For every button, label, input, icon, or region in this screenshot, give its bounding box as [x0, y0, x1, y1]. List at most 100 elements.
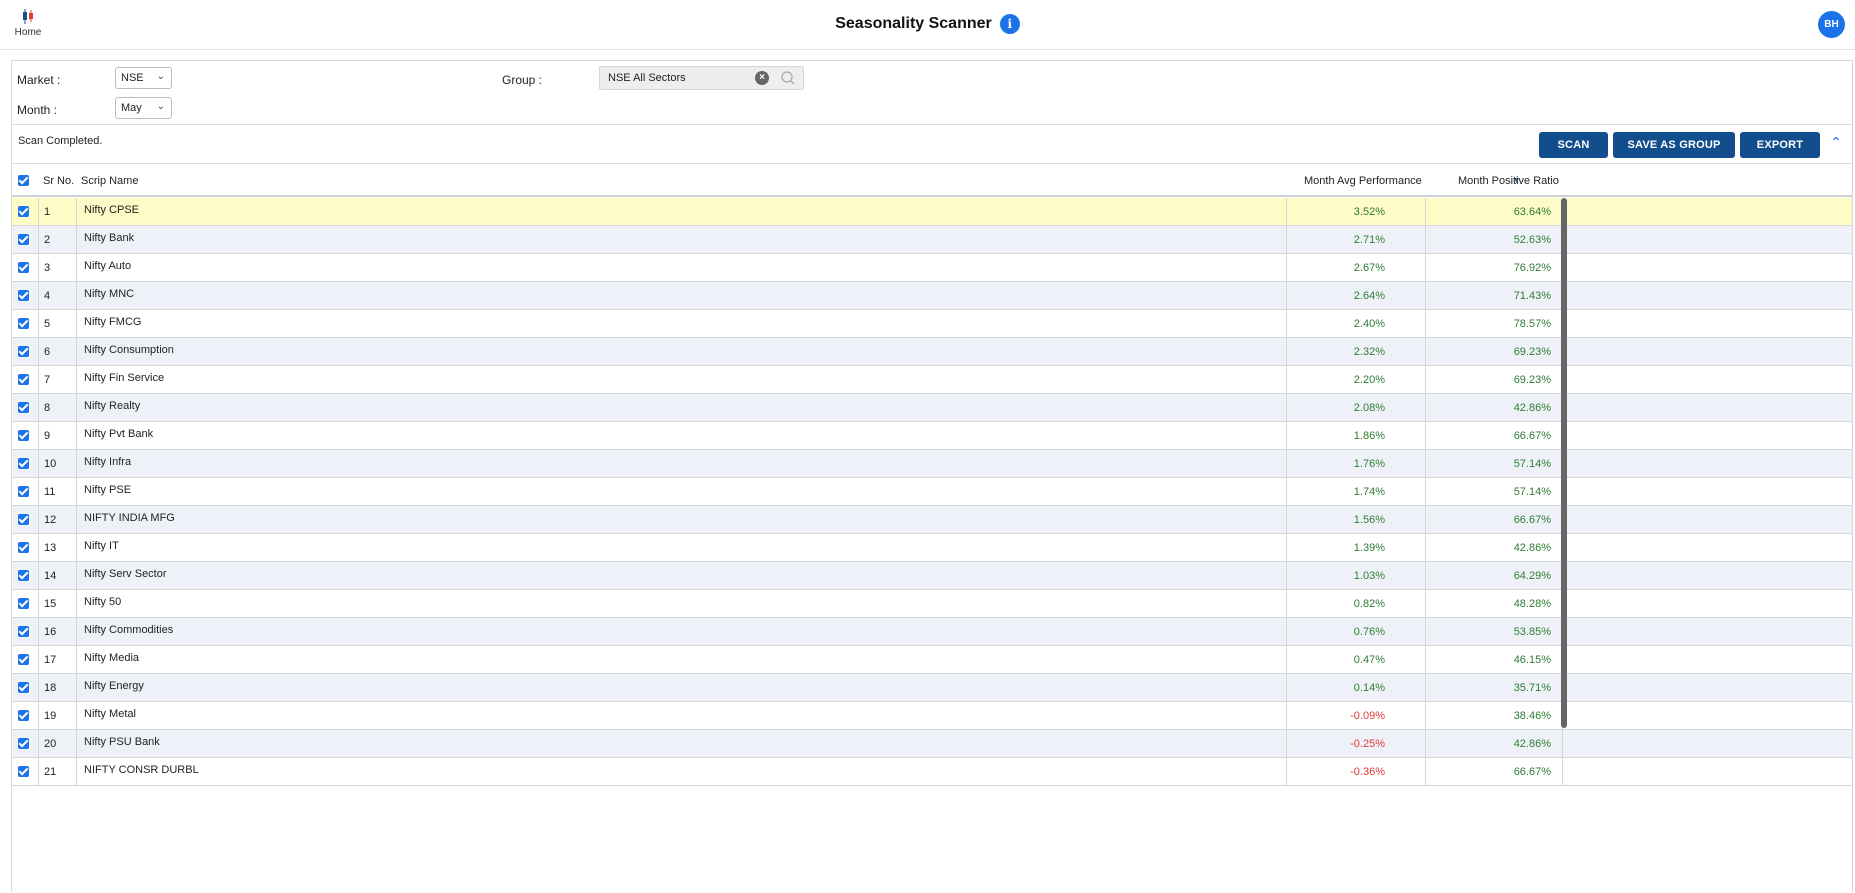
market-label: Market :: [17, 73, 61, 87]
row-sr-no: 6: [38, 338, 76, 365]
row-scrip-name[interactable]: Nifty Energy: [76, 674, 1286, 701]
chevron-down-icon: ⌄: [156, 71, 165, 82]
row-scrip-name[interactable]: NIFTY CONSR DURBL: [76, 758, 1286, 785]
table-row[interactable]: 14 Nifty Serv Sector 1.03% 64.29%: [12, 562, 1852, 590]
table-row[interactable]: 6 Nifty Consumption 2.32% 69.23%: [12, 338, 1852, 366]
table-row[interactable]: 10 Nifty Infra 1.76% 57.14%: [12, 450, 1852, 478]
row-month-avg-performance: 0.14%: [1286, 674, 1425, 701]
row-scrip-name[interactable]: NIFTY INDIA MFG: [76, 506, 1286, 533]
row-scrip-name[interactable]: Nifty MNC: [76, 282, 1286, 309]
month-select[interactable]: May ⌄: [115, 97, 172, 119]
row-sr-no: 5: [38, 310, 76, 337]
table-row[interactable]: 1 Nifty CPSE 3.52% 63.64%: [12, 198, 1852, 226]
table-row[interactable]: 12 NIFTY INDIA MFG 1.56% 66.67%: [12, 506, 1852, 534]
row-month-positive-ratio: 46.15%: [1425, 646, 1563, 673]
row-scrip-name[interactable]: Nifty Metal: [76, 702, 1286, 729]
table-row[interactable]: 11 Nifty PSE 1.74% 57.14%: [12, 478, 1852, 506]
table-row[interactable]: 16 Nifty Commodities 0.76% 53.85%: [12, 618, 1852, 646]
row-scrip-name[interactable]: Nifty Auto: [76, 254, 1286, 281]
row-month-avg-performance: 2.71%: [1286, 226, 1425, 253]
row-scrip-name[interactable]: Nifty 50: [76, 590, 1286, 617]
table-row[interactable]: 19 Nifty Metal -0.09% 38.46%: [12, 702, 1852, 730]
save-as-group-button[interactable]: SAVE AS GROUP: [1613, 132, 1735, 158]
row-sr-no: 20: [38, 730, 76, 757]
table-row[interactable]: 8 Nifty Realty 2.08% 42.86%: [12, 394, 1852, 422]
row-month-avg-performance: 2.67%: [1286, 254, 1425, 281]
chevron-up-icon[interactable]: ⌃: [1830, 134, 1842, 151]
row-scrip-name[interactable]: Nifty Bank: [76, 226, 1286, 253]
table-row[interactable]: 21 NIFTY CONSR DURBL -0.36% 66.67%: [12, 758, 1852, 786]
row-month-avg-performance: 2.64%: [1286, 282, 1425, 309]
page-title: Seasonality Scanner: [835, 15, 992, 32]
row-month-avg-performance: -0.09%: [1286, 702, 1425, 729]
row-month-avg-performance: 2.32%: [1286, 338, 1425, 365]
scan-button[interactable]: SCAN: [1539, 132, 1608, 158]
table-header: Sr No. Scrip Name ▼ Month Avg Performanc…: [12, 165, 1852, 197]
table-row[interactable]: 4 Nifty MNC 2.64% 71.43%: [12, 282, 1852, 310]
row-month-positive-ratio: 42.86%: [1425, 534, 1563, 561]
row-month-avg-performance: 1.39%: [1286, 534, 1425, 561]
table-row[interactable]: 20 Nifty PSU Bank -0.25% 42.86%: [12, 730, 1852, 758]
row-sr-no: 11: [38, 478, 76, 505]
row-month-avg-performance: -0.25%: [1286, 730, 1425, 757]
row-month-avg-performance: 0.76%: [1286, 618, 1425, 645]
table-row[interactable]: 18 Nifty Energy 0.14% 35.71%: [12, 674, 1852, 702]
row-sr-no: 19: [38, 702, 76, 729]
group-input[interactable]: NSE All Sectors ×: [599, 66, 804, 90]
row-month-positive-ratio: 71.43%: [1425, 282, 1563, 309]
row-sr-no: 1: [38, 198, 76, 225]
avatar[interactable]: BH: [1818, 11, 1845, 38]
table-row[interactable]: 5 Nifty FMCG 2.40% 78.57%: [12, 310, 1852, 338]
row-month-positive-ratio: 57.14%: [1425, 450, 1563, 477]
row-scrip-name[interactable]: Nifty FMCG: [76, 310, 1286, 337]
row-scrip-name[interactable]: Nifty Infra: [76, 450, 1286, 477]
row-month-positive-ratio: 53.85%: [1425, 618, 1563, 645]
row-scrip-name[interactable]: Nifty Pvt Bank: [76, 422, 1286, 449]
row-month-positive-ratio: 66.67%: [1425, 506, 1563, 533]
row-month-positive-ratio: 42.86%: [1425, 730, 1563, 757]
table-row[interactable]: 9 Nifty Pvt Bank 1.86% 66.67%: [12, 422, 1852, 450]
info-icon[interactable]: i: [999, 14, 1020, 34]
table-row[interactable]: 15 Nifty 50 0.82% 48.28%: [12, 590, 1852, 618]
search-icon[interactable]: [780, 70, 796, 86]
row-scrip-name[interactable]: Nifty Realty: [76, 394, 1286, 421]
row-sr-no: 21: [38, 758, 76, 785]
row-scrip-name[interactable]: Nifty CPSE: [76, 198, 1286, 225]
table-row[interactable]: 2 Nifty Bank 2.71% 52.63%: [12, 226, 1852, 254]
row-month-positive-ratio: 35.71%: [1425, 674, 1563, 701]
export-button[interactable]: EXPORT: [1740, 132, 1820, 158]
header-month-avg-performance[interactable]: Month Avg Performance: [1304, 175, 1422, 187]
row-scrip-name[interactable]: Nifty PSU Bank: [76, 730, 1286, 757]
row-sr-no: 10: [38, 450, 76, 477]
row-month-positive-ratio: 69.23%: [1425, 366, 1563, 393]
header-sr-no[interactable]: Sr No.: [43, 175, 74, 187]
table-row[interactable]: 17 Nifty Media 0.47% 46.15%: [12, 646, 1852, 674]
row-scrip-name[interactable]: Nifty Media: [76, 646, 1286, 673]
row-scrip-name[interactable]: Nifty Fin Service: [76, 366, 1286, 393]
clear-icon[interactable]: ×: [755, 71, 769, 85]
row-month-avg-performance: 1.56%: [1286, 506, 1425, 533]
title-area: Seasonality Scanner i: [0, 14, 1855, 34]
row-scrip-name[interactable]: Nifty IT: [76, 534, 1286, 561]
scrollbar[interactable]: [1561, 198, 1567, 728]
row-scrip-name[interactable]: Nifty PSE: [76, 478, 1286, 505]
row-month-avg-performance: 1.74%: [1286, 478, 1425, 505]
row-scrip-name[interactable]: Nifty Serv Sector: [76, 562, 1286, 589]
select-all-checkbox[interactable]: [18, 175, 29, 189]
table-row[interactable]: 7 Nifty Fin Service 2.20% 69.23%: [12, 366, 1852, 394]
table-row[interactable]: 13 Nifty IT 1.39% 42.86%: [12, 534, 1852, 562]
group-value: NSE All Sectors: [608, 72, 686, 84]
header-month-positive-ratio[interactable]: Month Positive Ratio: [1458, 175, 1559, 187]
table-row[interactable]: 3 Nifty Auto 2.67% 76.92%: [12, 254, 1852, 282]
row-checkbox[interactable]: [18, 766, 29, 793]
group-label: Group :: [502, 73, 543, 87]
market-select[interactable]: NSE ⌄: [115, 67, 172, 89]
row-sr-no: 3: [38, 254, 76, 281]
row-scrip-name[interactable]: Nifty Consumption: [76, 338, 1286, 365]
row-month-avg-performance: 1.03%: [1286, 562, 1425, 589]
header-scrip-name[interactable]: Scrip Name: [81, 175, 138, 187]
row-sr-no: 13: [38, 534, 76, 561]
row-sr-no: 2: [38, 226, 76, 253]
row-scrip-name[interactable]: Nifty Commodities: [76, 618, 1286, 645]
row-month-avg-performance: 2.20%: [1286, 366, 1425, 393]
